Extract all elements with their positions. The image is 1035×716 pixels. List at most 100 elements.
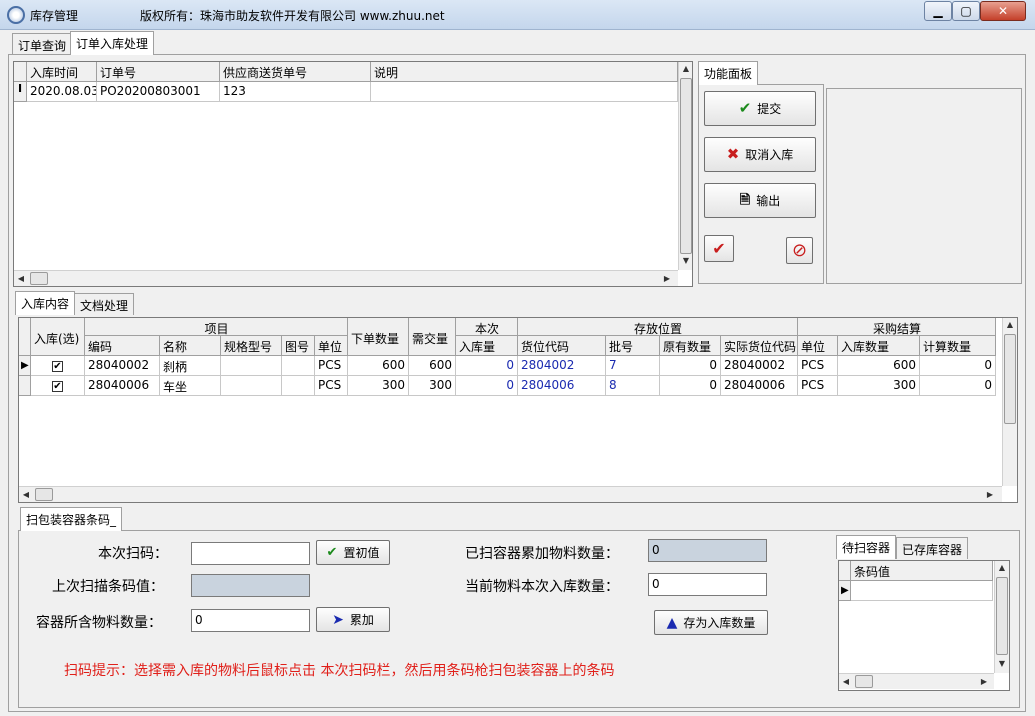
content-grid-vscroll[interactable]: ▲ bbox=[1002, 318, 1017, 486]
col-header-item[interactable]: 项目 bbox=[85, 318, 348, 336]
this-scan-input[interactable] bbox=[191, 542, 310, 565]
content-grid-hscroll[interactable]: ◀ ▶ bbox=[19, 486, 1002, 502]
export-icon: 🗎 bbox=[739, 193, 751, 208]
order-grid-hscroll[interactable]: ◀ ▶ bbox=[14, 270, 678, 286]
confirm-button[interactable]: ✔ bbox=[704, 235, 734, 262]
cell-name[interactable]: 车坐 bbox=[160, 376, 221, 396]
cell-unit[interactable]: PCS bbox=[315, 356, 348, 376]
col-header-code[interactable]: 编码 bbox=[85, 336, 160, 356]
order-grid-vscroll[interactable]: ▲ ▼ bbox=[678, 62, 692, 270]
cell-orig-qty[interactable]: 0 bbox=[660, 376, 721, 396]
cell-batch[interactable]: 7 bbox=[606, 356, 660, 376]
col-header-note[interactable]: 说明 bbox=[371, 62, 678, 82]
order-grid[interactable]: 入库时间 订单号 供应商送货单号 说明 I 2020.08.03 PO20200… bbox=[13, 61, 693, 287]
save-as-inbound-button[interactable]: ▲ 存为入库数量 bbox=[654, 610, 768, 635]
maximize-button[interactable]: ▢ bbox=[952, 1, 980, 21]
cell-unit[interactable]: PCS bbox=[315, 376, 348, 396]
reset-button[interactable]: ✔ 置初值 bbox=[316, 540, 390, 565]
col-header-actual-location[interactable]: 实际货位代码 bbox=[721, 336, 798, 356]
col-header-in-qty[interactable]: 入库量 bbox=[456, 336, 518, 356]
close-button[interactable]: ✕ bbox=[980, 1, 1026, 21]
export-button[interactable]: 🗎 输出 bbox=[704, 183, 816, 218]
last-scan-label: 上次扫描条码值： bbox=[52, 579, 164, 595]
col-header-spec[interactable]: 规格型号 bbox=[221, 336, 282, 356]
tab-function-panel[interactable]: 功能面板 bbox=[698, 61, 759, 85]
cell-note[interactable] bbox=[371, 82, 678, 102]
col-header-batch[interactable]: 批号 bbox=[606, 336, 660, 356]
cell-actual-location[interactable]: 28040006 bbox=[721, 376, 798, 396]
tab-scan-container[interactable]: 扫包装容器条码_ bbox=[20, 507, 123, 531]
tab-pending-containers[interactable]: 待扫容器 bbox=[836, 535, 897, 559]
col-header-orig-qty[interactable]: 原有数量 bbox=[660, 336, 721, 356]
container-grid-hscroll[interactable]: ◀ ▶ bbox=[839, 673, 994, 689]
tab-document-processing[interactable]: 文档处理 bbox=[74, 293, 135, 315]
col-header-need-qty[interactable]: 需交量 bbox=[409, 318, 456, 356]
row-select-checkbox[interactable]: ✔ bbox=[31, 376, 85, 396]
cell-need-qty[interactable]: 300 bbox=[409, 376, 456, 396]
col-header-barcode[interactable]: 条码值 bbox=[851, 561, 993, 581]
cell-code[interactable]: 28040002 bbox=[85, 356, 160, 376]
inbound-content-grid[interactable]: 入库(选) 项目 下单数量 需交量 本次 存放位置 采购结算 编码 名称 规格型… bbox=[18, 317, 1018, 503]
cell-spec[interactable] bbox=[221, 376, 282, 396]
cell-date[interactable]: 2020.08.03 bbox=[27, 82, 97, 102]
row-select-checkbox[interactable]: ✔ bbox=[31, 356, 85, 376]
col-header-supplier-no[interactable]: 供应商送货单号 bbox=[220, 62, 371, 82]
cell-orig-qty[interactable]: 0 bbox=[660, 356, 721, 376]
cell-name[interactable]: 刹柄 bbox=[160, 356, 221, 376]
cell-barcode[interactable] bbox=[851, 581, 993, 601]
cell-calc-qty[interactable]: 0 bbox=[920, 356, 996, 376]
col-header-storage[interactable]: 存放位置 bbox=[518, 318, 798, 336]
cell-drawing[interactable] bbox=[282, 356, 315, 376]
col-header-purchase[interactable]: 采购结算 bbox=[798, 318, 996, 336]
forbid-button[interactable]: ⊘ bbox=[786, 237, 813, 264]
col-header-location-code[interactable]: 货位代码 bbox=[518, 336, 606, 356]
container-qty-label: 容器所含物料数量： bbox=[36, 615, 162, 631]
container-grid[interactable]: 条码值 ▶ ▲ ▼ ◀ ▶ bbox=[838, 560, 1010, 691]
container-grid-vscroll[interactable]: ▲ ▼ bbox=[994, 561, 1009, 673]
tab-order-inbound[interactable]: 订单入库处理 bbox=[70, 31, 155, 55]
cell-batch[interactable]: 8 bbox=[606, 376, 660, 396]
tab-order-query[interactable]: 订单查询 bbox=[12, 33, 73, 55]
col-header-calc-qty[interactable]: 计算数量 bbox=[920, 336, 996, 356]
current-in-input[interactable]: 0 bbox=[648, 573, 767, 596]
cell-code[interactable]: 28040006 bbox=[85, 376, 160, 396]
col-header-this-time[interactable]: 本次 bbox=[456, 318, 518, 336]
col-header-unit[interactable]: 单位 bbox=[315, 336, 348, 356]
cell-p-unit[interactable]: PCS bbox=[798, 376, 838, 396]
col-header-select[interactable]: 入库(选) bbox=[31, 318, 85, 356]
cell-in-qty[interactable]: 0 bbox=[456, 356, 518, 376]
container-qty-input[interactable]: 0 bbox=[191, 609, 310, 632]
title-bar: 库存管理 版权所有：珠海市助友软件开发有限公司 www.zhuu.net ▁ ▢… bbox=[0, 0, 1035, 30]
cell-supplier-no[interactable]: 123 bbox=[220, 82, 371, 102]
tab-inbound-content[interactable]: 入库内容 bbox=[15, 291, 76, 315]
cell-calc-qty[interactable]: 0 bbox=[920, 376, 996, 396]
cell-p-in-qty[interactable]: 300 bbox=[838, 376, 920, 396]
cell-spec[interactable] bbox=[221, 356, 282, 376]
cell-order-qty[interactable]: 600 bbox=[348, 356, 409, 376]
forbid-icon: ⊘ bbox=[791, 240, 808, 261]
col-header-order-qty[interactable]: 下单数量 bbox=[348, 318, 409, 356]
cell-p-unit[interactable]: PCS bbox=[798, 356, 838, 376]
col-header-date[interactable]: 入库时间 bbox=[27, 62, 97, 82]
cell-order-qty[interactable]: 300 bbox=[348, 376, 409, 396]
cell-location-code[interactable]: 2804006 bbox=[518, 376, 606, 396]
col-header-drawing[interactable]: 图号 bbox=[282, 336, 315, 356]
cell-location-code[interactable]: 2804002 bbox=[518, 356, 606, 376]
col-header-p-in-qty[interactable]: 入库数量 bbox=[838, 336, 920, 356]
cell-actual-location[interactable]: 28040002 bbox=[721, 356, 798, 376]
col-header-order-no[interactable]: 订单号 bbox=[97, 62, 220, 82]
arrow-up-icon: ▲ bbox=[666, 614, 678, 631]
cell-need-qty[interactable]: 600 bbox=[409, 356, 456, 376]
col-header-p-unit[interactable]: 单位 bbox=[798, 336, 838, 356]
submit-button[interactable]: ✔ 提交 bbox=[704, 91, 816, 126]
minimize-button[interactable]: ▁ bbox=[924, 1, 952, 21]
col-header-name[interactable]: 名称 bbox=[160, 336, 221, 356]
cancel-inbound-button[interactable]: ✖ 取消入库 bbox=[704, 137, 816, 172]
cell-drawing[interactable] bbox=[282, 376, 315, 396]
cell-in-qty[interactable]: 0 bbox=[456, 376, 518, 396]
cell-p-in-qty[interactable]: 600 bbox=[838, 356, 920, 376]
scan-hint: 扫码提示：选择需入库的物料后鼠标点击 本次扫码栏，然后用条码枪扫包装容器上的条码 bbox=[64, 663, 615, 679]
cell-order-no[interactable]: PO20200803001 bbox=[97, 82, 220, 102]
tab-stored-containers[interactable]: 已存库容器 bbox=[896, 537, 969, 559]
accumulate-button[interactable]: ➤ 累加 bbox=[316, 607, 390, 632]
